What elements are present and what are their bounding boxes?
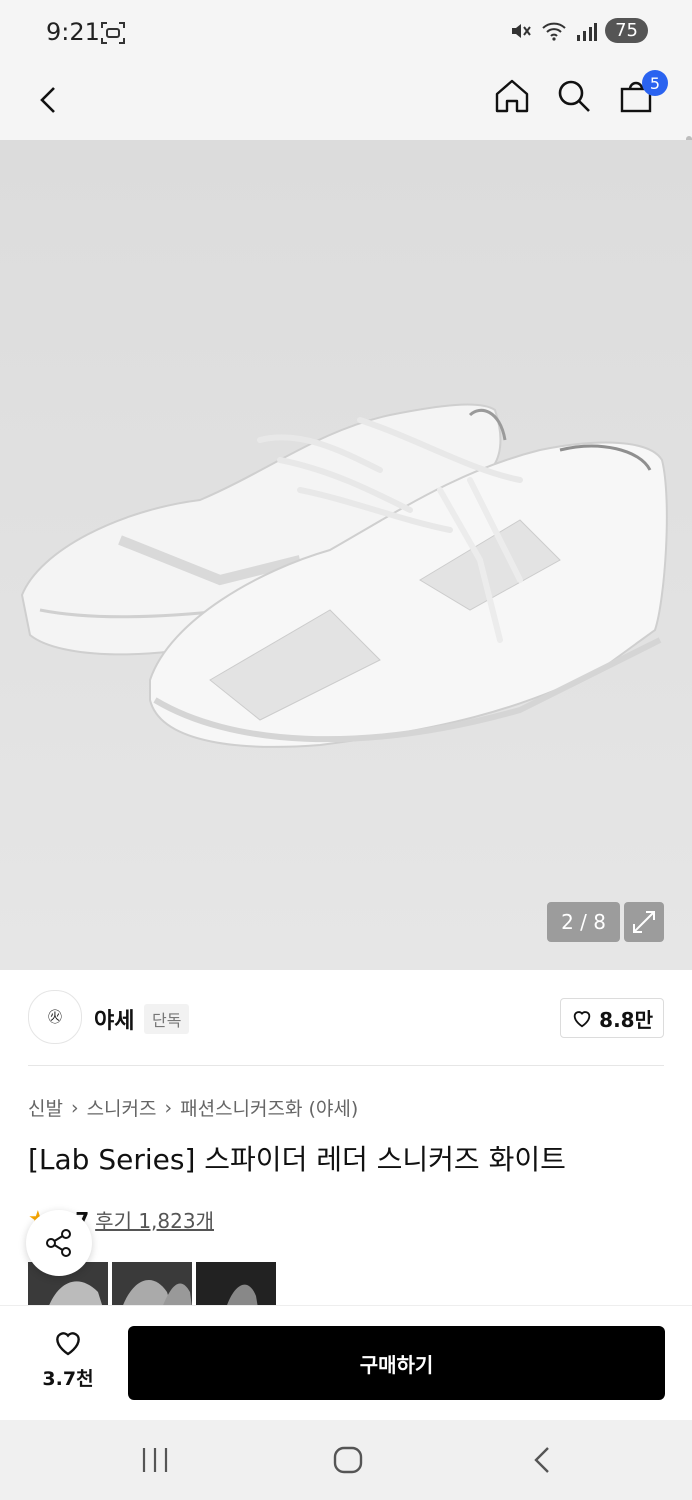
brand-name[interactable]: 야세: [94, 1003, 134, 1035]
battery-indicator: 75: [605, 18, 648, 43]
product-image-gallery[interactable]: 2 / 8: [0, 140, 692, 970]
status-bar: 9:21 75: [0, 0, 692, 66]
brand-logo[interactable]: ㊋: [28, 990, 82, 1044]
cart-button[interactable]: 5: [616, 70, 668, 116]
wishlist-button[interactable]: 3.7천: [36, 1326, 100, 1391]
breadcrumb-item[interactable]: 신발: [28, 1094, 63, 1121]
fullscreen-button[interactable]: [624, 902, 664, 942]
home-nav-icon[interactable]: [332, 1444, 364, 1476]
chevron-right-icon: ›: [164, 1096, 173, 1119]
product-photo: [20, 403, 668, 748]
review-count-link[interactable]: 후기 1,823개: [95, 1205, 214, 1234]
brand-like-button[interactable]: 8.8만: [560, 998, 664, 1038]
back-arrow-icon[interactable]: [30, 80, 70, 120]
image-counter: 2 / 8: [547, 902, 620, 942]
top-app-bar: 5: [0, 66, 692, 226]
screenshot-icon: [101, 22, 125, 44]
buy-button[interactable]: 구매하기: [128, 1326, 665, 1400]
exclusive-badge: 단독: [144, 1004, 190, 1034]
search-icon[interactable]: [554, 76, 594, 116]
signal-icon: [577, 22, 598, 41]
divider: [28, 1065, 664, 1066]
heart-icon: [56, 1332, 80, 1356]
heart-icon: [573, 1011, 591, 1028]
recent-apps-icon[interactable]: [140, 1444, 170, 1476]
breadcrumb-item[interactable]: 패션스니커즈화 (야세): [180, 1094, 358, 1121]
status-icons: 75: [509, 18, 648, 43]
wishlist-count: 3.7천: [42, 1368, 94, 1390]
breadcrumb-item[interactable]: 스니커즈: [87, 1094, 157, 1121]
mute-icon: [512, 23, 531, 38]
home-icon[interactable]: [492, 76, 532, 116]
share-button[interactable]: [26, 1210, 92, 1276]
cart-count-badge: 5: [642, 70, 668, 96]
review-thumbnail[interactable]: [196, 1262, 276, 1308]
expand-icon: [633, 911, 655, 933]
breadcrumb: 신발 › 스니커즈 › 패션스니커즈화 (야세): [28, 1094, 358, 1121]
wifi-icon: [542, 22, 566, 41]
purchase-bar: 3.7천 구매하기: [0, 1305, 692, 1421]
share-icon: [46, 1229, 71, 1257]
system-navigation-bar: [0, 1420, 692, 1500]
brand-like-count: 8.8만: [599, 1007, 653, 1032]
chevron-right-icon: ›: [70, 1096, 79, 1119]
review-thumbnail[interactable]: [112, 1262, 192, 1308]
brand-row: ㊋ 야세 단독 8.8만: [28, 990, 664, 1046]
product-title: [Lab Series] 스파이더 레더 스니커즈 화이트: [28, 1143, 566, 1176]
back-nav-icon[interactable]: [528, 1444, 556, 1476]
status-time: 9:21: [46, 18, 100, 46]
